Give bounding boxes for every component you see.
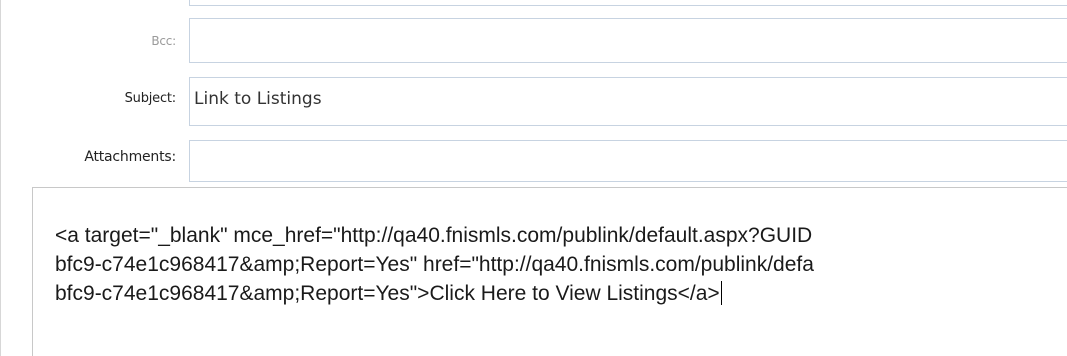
subject-label: Subject: [124, 91, 177, 106]
subject-value: Link to Listings [194, 89, 322, 109]
attachments-label: Attachments: [84, 149, 176, 165]
bcc-label: Bcc: [151, 34, 176, 48]
message-body-editor[interactable]: <a target="_blank" mce_href="http://qa40… [32, 187, 1067, 356]
attachments-field[interactable] [189, 140, 1067, 182]
bcc-field[interactable] [189, 18, 1067, 63]
body-line: bfc9-c74e1c968417&amp;Report=Yes" href="… [55, 253, 814, 276]
text-cursor [720, 281, 722, 305]
cc-field[interactable] [189, 0, 1067, 6]
email-compose-window: Bcc: Subject: Link to Listings Attachmen… [0, 0, 1067, 356]
body-line-text: bfc9-c74e1c968417&amp;Report=Yes">Click … [55, 282, 720, 305]
body-line: <a target="_blank" mce_href="http://qa40… [55, 224, 813, 247]
subject-field[interactable]: Link to Listings [189, 77, 1067, 126]
body-line: bfc9-c74e1c968417&amp;Report=Yes">Click … [55, 279, 1067, 308]
message-body-text: <a target="_blank" mce_href="http://qa40… [55, 221, 1067, 308]
window-left-border [0, 0, 1, 356]
